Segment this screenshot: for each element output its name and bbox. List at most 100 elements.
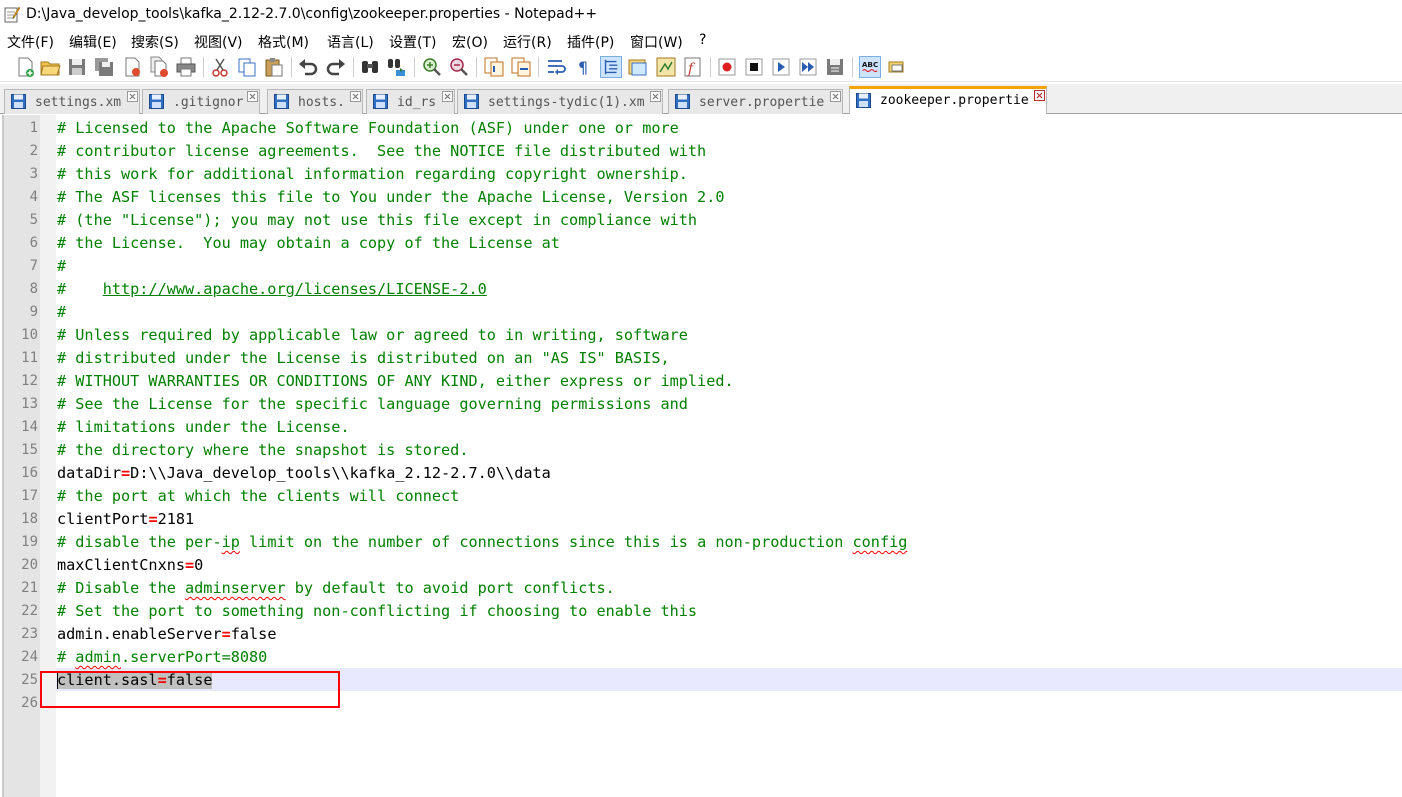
sync-vertical-icon[interactable] <box>483 56 505 78</box>
save-macro-icon[interactable] <box>824 56 846 78</box>
zoom-out-icon[interactable] <box>448 56 470 78</box>
toolbar-separator <box>203 57 204 77</box>
find-icon[interactable] <box>359 56 381 78</box>
menu-bar: 文件(F) 编辑(E) 搜索(S) 视图(V) 格式(M) 语言(L) 设置(T… <box>0 30 1402 52</box>
menu-settings[interactable]: 设置(T) <box>389 32 436 52</box>
line-number: 16 <box>21 465 38 481</box>
equals-operator: = <box>121 464 131 482</box>
menu-plugins[interactable]: 插件(P) <box>567 32 614 52</box>
close-tab-icon[interactable] <box>830 91 841 102</box>
toolbar-separator <box>852 57 853 77</box>
close-tab-icon[interactable] <box>350 91 361 102</box>
close-tab-icon[interactable] <box>650 91 661 102</box>
code-line: dataDir=D:\\Java_develop_tools\\kafka_2.… <box>57 462 907 485</box>
new-file-icon[interactable] <box>14 56 36 78</box>
toolbar: ¶ f ABC <box>0 52 1402 82</box>
tab-zookeeper-properties[interactable]: zookeeper.propertie <box>849 86 1047 114</box>
license-url-link[interactable]: http://www.apache.org/licenses/LICENSE-2… <box>103 280 487 298</box>
toolbar-separator <box>538 57 539 77</box>
menu-search[interactable]: 搜索(S) <box>131 32 179 52</box>
comment: # Licensed to the Apache Software Founda… <box>57 119 679 137</box>
play-macro-icon[interactable] <box>770 56 792 78</box>
editor[interactable]: 1 2 3 4 5 6 7 8 9 10 11 12 13 14 15 16 1… <box>0 115 1402 797</box>
tab-bar: settings.xm .gitignor hosts. id_rs setti… <box>0 84 1402 114</box>
close-tab-icon[interactable] <box>442 91 453 102</box>
code-line: # the port at which the clients will con… <box>57 485 907 508</box>
menu-help[interactable]: ? <box>699 32 706 48</box>
line-number: 14 <box>21 419 38 435</box>
folder-workspace-icon[interactable]: f <box>682 56 704 78</box>
show-all-chars-icon[interactable]: ¶ <box>572 56 594 78</box>
redo-icon[interactable] <box>325 56 347 78</box>
tab-settings-tydic-xml[interactable]: settings-tydic(1).xm <box>457 89 663 114</box>
comment: # (the "License"); you may not use this … <box>57 211 698 229</box>
close-tab-icon[interactable] <box>1034 90 1045 101</box>
saved-file-icon <box>373 94 388 109</box>
comment: .serverPort=8080 <box>121 648 268 666</box>
replace-icon[interactable] <box>386 56 408 78</box>
spellcheck-word: ip <box>221 533 240 551</box>
notepad-app-icon <box>4 6 20 23</box>
comment: # distributed under the License is distr… <box>57 349 670 367</box>
svg-text:ABC: ABC <box>862 60 879 69</box>
code-line: # distributed under the License is distr… <box>57 347 907 370</box>
code-area[interactable]: # Licensed to the Apache Software Founda… <box>57 117 907 715</box>
code-line: # the License. You may obtain a copy of … <box>57 232 907 255</box>
cut-icon[interactable] <box>209 56 231 78</box>
record-macro-icon[interactable] <box>716 56 738 78</box>
tab-label: hosts. <box>298 95 345 110</box>
function-list-icon[interactable] <box>655 56 677 78</box>
tab-hosts[interactable]: hosts. <box>267 89 363 114</box>
spell-check-icon[interactable]: ABC <box>859 56 881 78</box>
code-line: # See the License for the specific langu… <box>57 393 907 416</box>
print-icon[interactable] <box>175 56 197 78</box>
comment: # the directory where the snapshot is st… <box>57 441 469 459</box>
zoom-in-icon[interactable] <box>421 56 443 78</box>
menu-run[interactable]: 运行(R) <box>503 32 552 52</box>
undo-icon[interactable] <box>297 56 319 78</box>
code-line: # Unless required by applicable law or a… <box>57 324 907 347</box>
tab-server-properties[interactable]: server.propertie <box>668 89 843 114</box>
word-wrap-icon[interactable] <box>545 56 567 78</box>
open-file-icon[interactable] <box>39 56 61 78</box>
run-macro-multiple-icon[interactable] <box>797 56 819 78</box>
comment: # disable the per- <box>57 533 222 551</box>
toolbar-separator <box>476 57 477 77</box>
highlight-icon[interactable] <box>886 56 908 78</box>
tab-id-rsa[interactable]: id_rs <box>366 89 455 114</box>
menu-file[interactable]: 文件(F) <box>7 32 54 52</box>
menu-format[interactable]: 格式(M) <box>258 32 309 52</box>
comment: # contributor license agreements. See th… <box>57 142 707 160</box>
copy-icon[interactable] <box>236 56 258 78</box>
code-line: # Set the port to something non-conflict… <box>57 600 907 623</box>
toolbar-separator <box>353 57 354 77</box>
comment: # See the License for the specific langu… <box>57 395 688 413</box>
close-icon[interactable] <box>121 56 143 78</box>
tab-gitignore[interactable]: .gitignor <box>142 89 260 114</box>
stop-macro-icon[interactable] <box>743 56 765 78</box>
menu-language[interactable]: 语言(L) <box>327 32 374 52</box>
code-line: # limitations under the License. <box>57 416 907 439</box>
save-all-icon[interactable] <box>93 56 115 78</box>
close-tab-icon[interactable] <box>247 91 258 102</box>
menu-view[interactable]: 视图(V) <box>194 32 243 52</box>
save-icon[interactable] <box>66 56 88 78</box>
saved-file-icon <box>274 94 289 109</box>
property-key: admin.enableServer <box>57 625 222 643</box>
close-all-icon[interactable] <box>148 56 170 78</box>
paste-icon[interactable] <box>263 56 285 78</box>
menu-macro[interactable]: 宏(O) <box>452 32 488 52</box>
document-map-icon[interactable] <box>627 56 649 78</box>
indent-guide-icon[interactable] <box>600 56 622 78</box>
comment: # limitations under the License. <box>57 418 350 436</box>
comment: by default to avoid port conflicts. <box>285 579 615 597</box>
line-number: 10 <box>21 327 38 343</box>
tab-settings-xml[interactable]: settings.xm <box>4 89 140 114</box>
menu-edit[interactable]: 编辑(E) <box>69 32 117 52</box>
close-tab-icon[interactable] <box>127 91 138 102</box>
tab-label: settings.xm <box>35 95 122 110</box>
menu-window[interactable]: 窗口(W) <box>630 32 683 52</box>
line-number: 22 <box>21 603 38 619</box>
sync-horizontal-icon[interactable] <box>510 56 532 78</box>
spellcheck-word: admin <box>75 648 122 666</box>
